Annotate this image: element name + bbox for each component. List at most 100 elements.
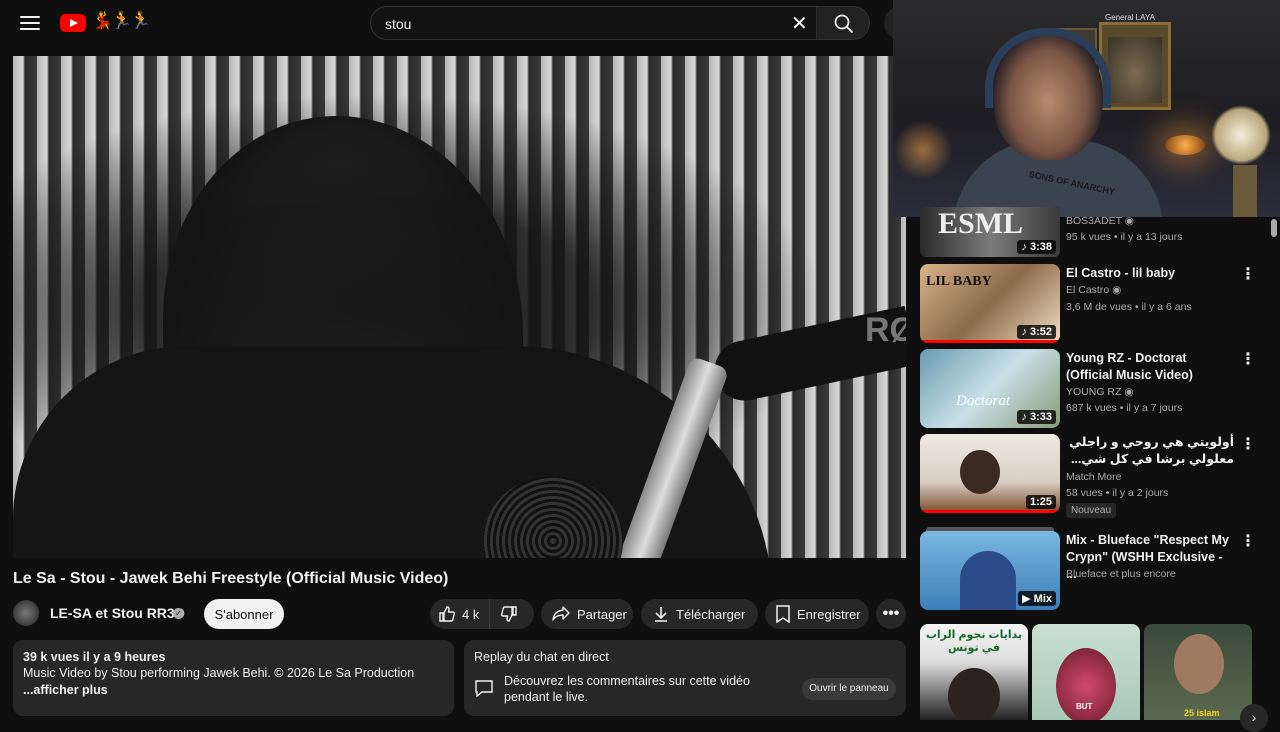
short-person (1174, 634, 1224, 694)
short-person (948, 668, 1000, 720)
chat-replay-box: Replay du chat en direct Découvrez les c… (464, 640, 906, 716)
webcam-lamp-glow-left (893, 120, 953, 180)
verified-check-icon: ◉ (1112, 284, 1122, 296)
show-more-link[interactable]: ...afficher plus (23, 683, 108, 697)
chat-replay-text: Découvrez les commentaires sur cette vid… (504, 674, 750, 704)
verified-check-icon: ◉ (1124, 215, 1134, 227)
video-thumbnail: LIL BABY ♪ 3:52 (920, 264, 1060, 343)
video-meta: 95 k vues • il y a 13 jours (1066, 231, 1183, 243)
video-thumbnail: ▶ Mix (920, 531, 1060, 610)
verified-check-icon: ✓ (173, 608, 184, 619)
like-dislike-group: 4 k (430, 599, 534, 629)
video-meta: 3,6 M de vues • il y a 6 ans (1066, 301, 1192, 313)
like-button[interactable]: 4 k (430, 599, 490, 629)
thumbnail-person (960, 450, 1000, 494)
related-video-item[interactable]: 1:25 أولويتي هي روحي و راجلي معلولي برشا… (920, 434, 1270, 524)
search-box: ✕ (370, 6, 817, 40)
description-box[interactable]: 39 k vues il y a 9 heures Music Video by… (13, 640, 454, 716)
video-meta: 687 k vues • il y a 7 jours (1066, 402, 1183, 414)
thumbnail-text: LIL BABY (926, 274, 992, 289)
channel-name[interactable]: El Castro ◉ (1066, 284, 1121, 296)
channel-name[interactable]: LE-SA et Stou RR3D (50, 605, 185, 621)
verified-check-icon: ◉ (1124, 386, 1134, 398)
youtube-logo-icon[interactable] (60, 14, 86, 32)
watched-progress-bar (920, 340, 1060, 343)
short-caption: بدايات نجوم الراب في تونس (925, 629, 1023, 654)
open-panel-button[interactable]: Ouvrir le panneau (802, 678, 896, 700)
save-label: Enregistrer (797, 606, 861, 622)
search-input[interactable] (383, 12, 787, 36)
description-text: Music Video by Stou performing Jawek Beh… (23, 666, 415, 680)
new-badge: Nouveau (1066, 503, 1117, 518)
music-note-icon: ♪ (1021, 326, 1027, 338)
video-title: Le Sa - Stou - Jawek Behi Freestyle (Off… (13, 570, 449, 587)
short-item[interactable]: بدايات نجوم الراب في تونس (920, 624, 1028, 720)
download-label: Télécharger (676, 606, 746, 622)
duration-badge: ♪ 3:52 (1017, 325, 1056, 339)
channel-name[interactable]: Match More (1066, 471, 1121, 483)
next-arrow-icon[interactable]: › (1240, 704, 1268, 732)
share-label: Partager (577, 606, 627, 622)
video-meta: 58 vues • il y a 2 jours (1066, 487, 1169, 499)
video-title[interactable]: Young RZ - Doctorat (Official Music Vide… (1066, 350, 1234, 384)
related-mix-item[interactable]: ▶ Mix Mix - Blueface "Respect My Crypn" … (920, 527, 1270, 613)
doodle-dancers-icon[interactable]: 💃🏃🏃 (92, 11, 151, 31)
music-note-icon: ♪ (1021, 241, 1027, 253)
more-options-icon[interactable]: ⋮ (1240, 266, 1256, 286)
video-player[interactable]: RØ (13, 56, 906, 558)
duration-badge: ♪ 3:33 (1017, 410, 1056, 424)
watched-progress-bar (920, 510, 1060, 513)
download-button[interactable]: Télécharger (641, 599, 758, 629)
search-icon (834, 14, 854, 34)
thumbs-down-icon (501, 606, 517, 622)
related-video-item[interactable]: Doctorat ♪ 3:33 Young RZ - Doctorat (Off… (920, 349, 1270, 429)
share-button[interactable]: Partager (541, 599, 633, 629)
video-title[interactable]: El Castro - lil baby (1066, 265, 1234, 282)
webcam-overlay: General LAYA SONS OF ANARCHY (893, 0, 1280, 217)
video-thumbnail: 1:25 (920, 434, 1060, 513)
short-caption: BUT (1076, 702, 1093, 711)
more-options-icon[interactable]: ⋮ (1240, 533, 1256, 553)
video-shading (13, 56, 906, 558)
portrait-caption: General LAYA (1105, 13, 1155, 22)
sidebar-scrollbar[interactable] (1271, 219, 1277, 237)
view-count-date: 39 k vues il y a 9 heures (23, 650, 166, 664)
webcam-flowers (1211, 105, 1271, 165)
dislike-button[interactable] (490, 599, 534, 629)
download-icon (655, 607, 667, 622)
short-item[interactable]: 25 islam (1144, 624, 1252, 720)
thumbnail-text: ESML (938, 207, 1024, 240)
hamburger-menu-icon[interactable] (18, 12, 42, 36)
channel-name: Blueface et plus encore (1066, 568, 1176, 580)
search-button[interactable] (816, 6, 870, 40)
thumbs-up-icon (439, 606, 455, 622)
music-note-icon: ♪ (1021, 411, 1027, 423)
share-arrow-icon (552, 606, 570, 621)
playlist-icon: ▶ (1022, 593, 1031, 605)
more-options-icon[interactable]: ⋮ (1240, 436, 1256, 456)
thumbnail-text: Doctorat (956, 393, 1011, 409)
subscribe-button[interactable]: S'abonner (204, 599, 284, 629)
video-thumbnail: Doctorat ♪ 3:33 (920, 349, 1060, 428)
shorts-row: بدايات نجوم الراب في تونس BUT 25 islam (920, 624, 1260, 720)
thumbnail-person (960, 551, 1016, 610)
mix-badge: ▶ Mix (1018, 591, 1056, 606)
more-actions-button[interactable]: ••• (876, 599, 906, 629)
video-thumbnail: ESML ♪ 3:38 (920, 207, 1060, 257)
duration-badge: ♪ 3:38 (1017, 240, 1056, 254)
channel-name[interactable]: YOUNG RZ ◉ (1066, 386, 1134, 398)
mic-brand-text: RØ (865, 311, 906, 349)
like-count: 4 k (462, 606, 480, 622)
bookmark-icon (776, 605, 790, 623)
clear-search-icon[interactable]: ✕ (791, 11, 808, 36)
channel-name[interactable]: BOS3ADET ◉ (1066, 215, 1134, 227)
channel-avatar[interactable] (13, 600, 39, 626)
short-caption: 25 islam (1184, 708, 1220, 718)
short-item[interactable]: BUT (1032, 624, 1140, 720)
more-options-icon[interactable]: ⋮ (1240, 351, 1256, 371)
related-video-item[interactable]: ESML ♪ 3:38 BOS3ADET ◉ 95 k vues • il y … (920, 207, 1270, 257)
chat-replay-title: Replay du chat en direct (474, 650, 609, 664)
save-button[interactable]: Enregistrer (765, 599, 869, 629)
related-video-item[interactable]: LIL BABY ♪ 3:52 El Castro - lil baby El … (920, 264, 1270, 344)
video-title[interactable]: أولويتي هي روحي و راجلي معلولي برشا في ك… (1066, 434, 1234, 468)
